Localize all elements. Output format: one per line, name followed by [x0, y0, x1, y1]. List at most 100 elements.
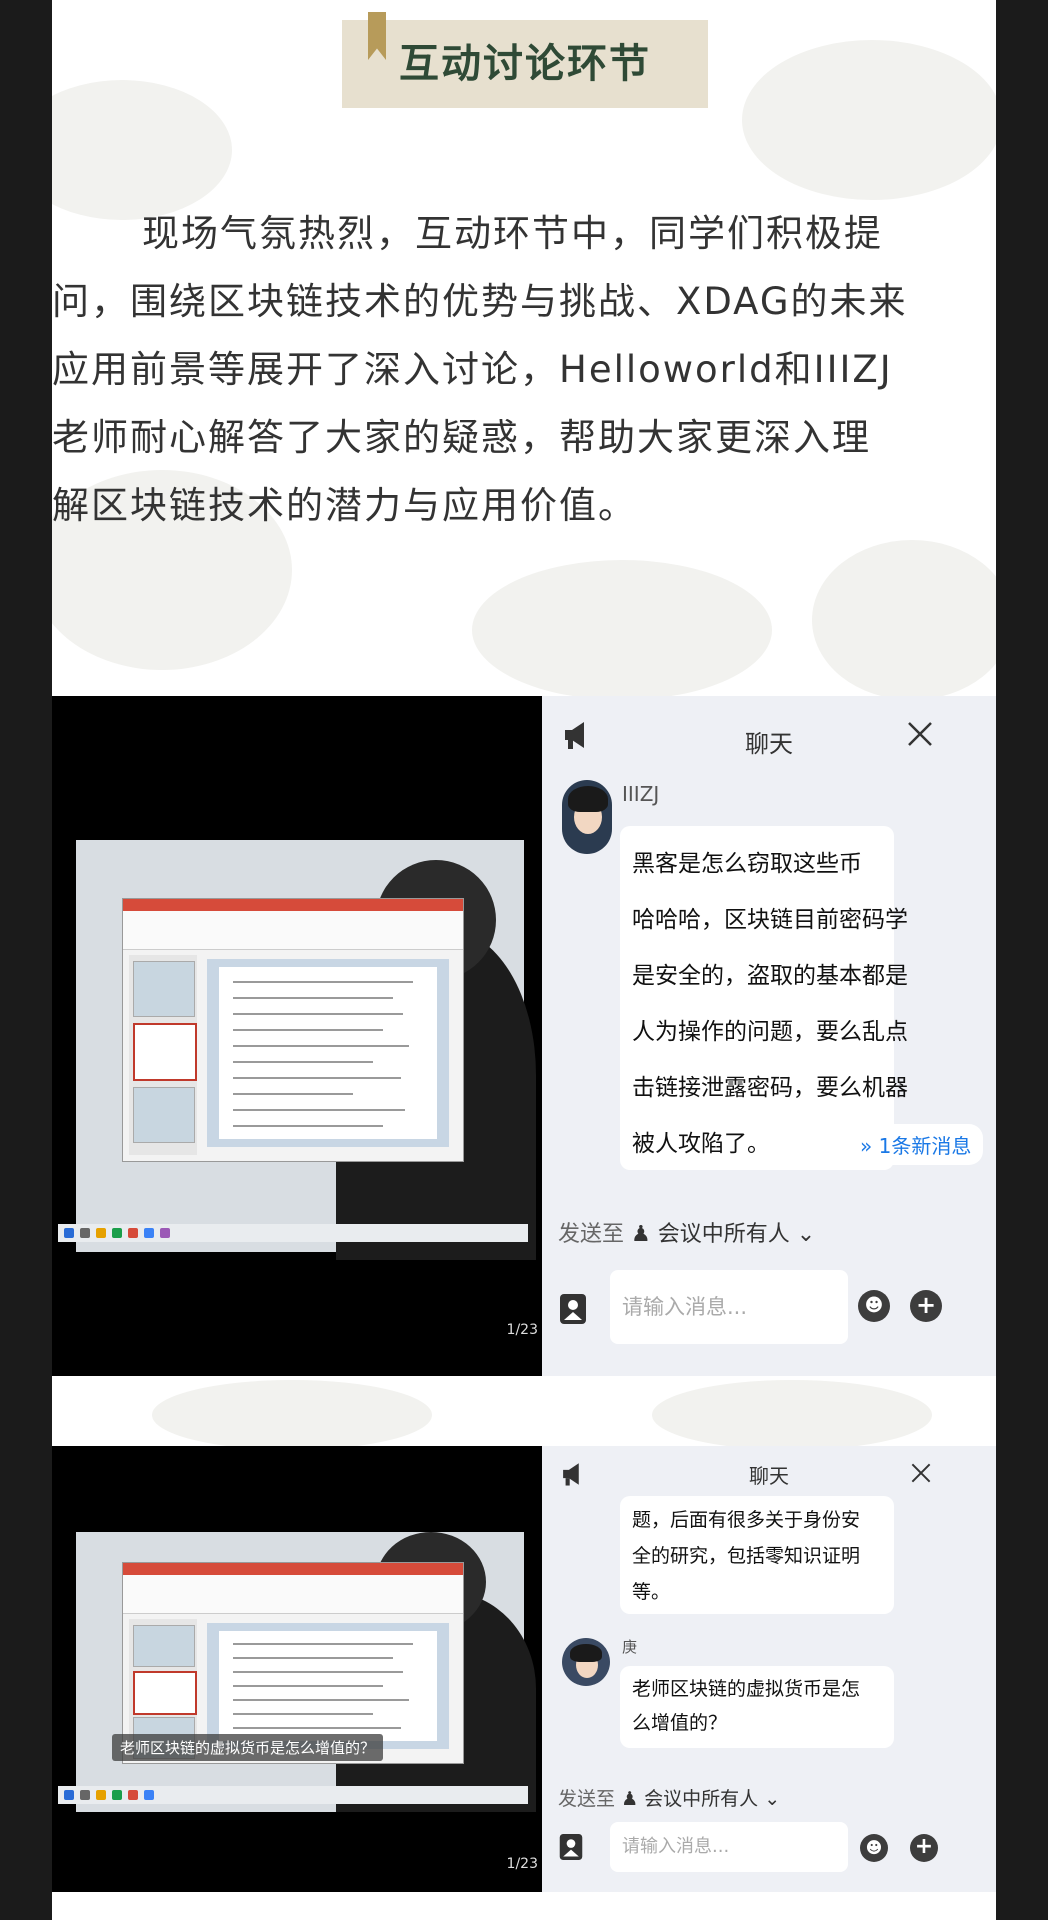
slide-page-count: 1/23	[506, 1856, 538, 1872]
background-blob	[52, 80, 232, 220]
app-icon	[128, 1790, 138, 1800]
new-messages-label: 1条新消息	[878, 1134, 972, 1158]
slide-document	[219, 1631, 437, 1741]
meeting-screenshot-1: 1/23 聊天 IIIZJ 黑客是怎么窃取这些币 哈哈哈，区块链目前密码学 是安…	[52, 696, 996, 1376]
add-button[interactable]: +	[910, 1290, 942, 1322]
chevrons-down-icon: »	[860, 1134, 873, 1158]
person-icon: ♟	[631, 1222, 651, 1247]
section-banner: 互动讨论环节	[342, 12, 708, 108]
article-page: 互动讨论环节 现场气氛热烈，互动环节中，同学们积极提 问，围绕区块链技术的优势与…	[52, 0, 996, 1920]
message-line: 人为操作的问题，要么乱点	[632, 1019, 908, 1045]
doc-text-line	[233, 981, 413, 983]
slide-thumbnail	[133, 1625, 195, 1667]
image-icon[interactable]	[558, 1832, 584, 1862]
paragraph-line: 应用前景等展开了深入讨论，Helloworld和IIIZJ	[52, 348, 893, 391]
slide-thumbnail-selected	[133, 1671, 197, 1715]
slide-thumbnail	[133, 1087, 195, 1143]
presentation-window	[122, 898, 464, 1162]
slide-canvas	[207, 959, 449, 1147]
start-icon	[64, 1228, 74, 1238]
send-to-label: 发送至	[558, 1788, 616, 1810]
avatar	[562, 1638, 610, 1686]
background-blob	[652, 1380, 932, 1450]
presentation-ribbon	[123, 1575, 463, 1614]
background-blob	[472, 560, 772, 700]
message-input[interactable]: 请输入消息...	[610, 1822, 848, 1872]
doc-text-line	[233, 1109, 405, 1111]
doc-text-line	[233, 1061, 373, 1063]
send-to-selector[interactable]: 发送至 ♟ 会议中所有人 ⌄	[558, 1216, 815, 1248]
emoji-button[interactable]: ☻	[858, 1290, 890, 1322]
message-line: 全的研究，包括零知识证明	[632, 1545, 861, 1567]
start-icon	[64, 1790, 74, 1800]
send-to-selector[interactable]: 发送至 ♟ 会议中所有人 ⌄	[558, 1784, 780, 1811]
paragraph-line: 问，围绕区块链技术的优势与挑战、XDAG的未来	[52, 280, 908, 323]
browser-icon	[144, 1790, 154, 1800]
doc-text-line	[233, 1013, 403, 1015]
emoji-icon: ☻	[864, 1295, 884, 1316]
image-icon[interactable]	[558, 1292, 588, 1326]
folder-icon	[96, 1790, 106, 1800]
shared-desktop	[76, 840, 536, 1260]
meeting-screenshot-2: 老师区块链的虚拟货币是怎么增值的？ 1/23 聊天 题，后面有很多关于身份安 全…	[52, 1446, 996, 1892]
message-line: 是安全的，盗取的基本都是	[632, 963, 908, 989]
chat-message-bubble: 题，后面有很多关于身份安 全的研究，包括零知识证明 等。	[620, 1496, 894, 1614]
slide-canvas	[207, 1623, 449, 1749]
slide-page-count: 1/23	[506, 1322, 538, 1338]
emoji-icon: ☻	[865, 1838, 883, 1857]
close-icon[interactable]	[906, 720, 934, 748]
sender-name: IIIZJ	[622, 782, 660, 806]
doc-text-line	[233, 1699, 409, 1701]
shared-desktop	[76, 1532, 536, 1812]
chat-panel: 聊天 IIIZJ 黑客是怎么窃取这些币 哈哈哈，区块链目前密码学 是安全的，盗取…	[542, 696, 996, 1376]
chat-message-bubble: 黑客是怎么窃取这些币 哈哈哈，区块链目前密码学 是安全的，盗取的基本都是 人为操…	[620, 826, 908, 1170]
message-line: 么增值的？	[632, 1712, 728, 1734]
slide-thumbnail	[133, 961, 195, 1017]
avatar	[562, 780, 612, 854]
shared-screen-video: 老师区块链的虚拟货币是怎么增值的？ 1/23	[52, 1446, 542, 1892]
windows-taskbar	[58, 1786, 528, 1804]
doc-text-line	[233, 1657, 393, 1659]
presentation-ribbon	[123, 911, 463, 950]
chat-message-bubble: 老师区块链的虚拟货币是怎 么增值的？	[620, 1666, 894, 1748]
close-icon[interactable]	[910, 1462, 932, 1484]
background-blob	[152, 1380, 432, 1450]
browser-icon	[144, 1228, 154, 1238]
emoji-button[interactable]: ☻	[860, 1834, 888, 1862]
shared-screen-video: 1/23	[52, 696, 542, 1376]
doc-text-line	[233, 1125, 383, 1127]
app-icon	[112, 1228, 122, 1238]
chevron-down-icon: ⌄	[796, 1222, 816, 1247]
slide-thumbnails	[129, 955, 197, 1155]
doc-text-line	[233, 997, 393, 999]
avatar-hair	[568, 786, 608, 812]
folder-icon	[96, 1228, 106, 1238]
send-to-value: 会议中所有人	[644, 1788, 759, 1810]
doc-text-line	[233, 1671, 403, 1673]
chevron-down-icon: ⌄	[764, 1788, 781, 1810]
new-messages-pill[interactable]: » 1条新消息	[848, 1124, 984, 1165]
app-icon	[160, 1228, 170, 1238]
message-line: 老师区块链的虚拟货币是怎	[632, 1678, 861, 1700]
app-icon	[128, 1228, 138, 1238]
paragraph-line: 老师耐心解答了大家的疑惑，帮助大家更深入理	[52, 416, 871, 459]
message-line: 题，后面有很多关于身份安	[632, 1509, 861, 1531]
message-input[interactable]: 请输入消息...	[610, 1270, 848, 1344]
doc-text-line	[233, 1713, 373, 1715]
send-to-label: 发送至	[558, 1222, 625, 1247]
slide-thumbnail-selected	[133, 1023, 197, 1081]
message-line: 被人攻陷了。	[632, 1131, 770, 1157]
doc-text-line	[233, 1685, 383, 1687]
doc-text-line	[233, 1093, 353, 1095]
presentation-titlebar	[123, 899, 463, 911]
article-paragraph: 现场气氛热烈，互动环节中，同学们积极提 问，围绕区块链技术的优势与挑战、XDAG…	[52, 200, 996, 540]
section-title: 互动讨论环节	[399, 41, 651, 87]
send-to-value: 会议中所有人	[657, 1222, 790, 1247]
doc-text-line	[233, 1727, 401, 1729]
subtitle-caption: 老师区块链的虚拟货币是怎么增值的？	[112, 1734, 384, 1761]
doc-text-line	[233, 1029, 383, 1031]
paragraph-line: 解区块链技术的潜力与应用价值。	[52, 484, 637, 527]
slide-document	[219, 967, 437, 1139]
add-button[interactable]: +	[910, 1834, 938, 1862]
background-blob	[742, 40, 996, 200]
